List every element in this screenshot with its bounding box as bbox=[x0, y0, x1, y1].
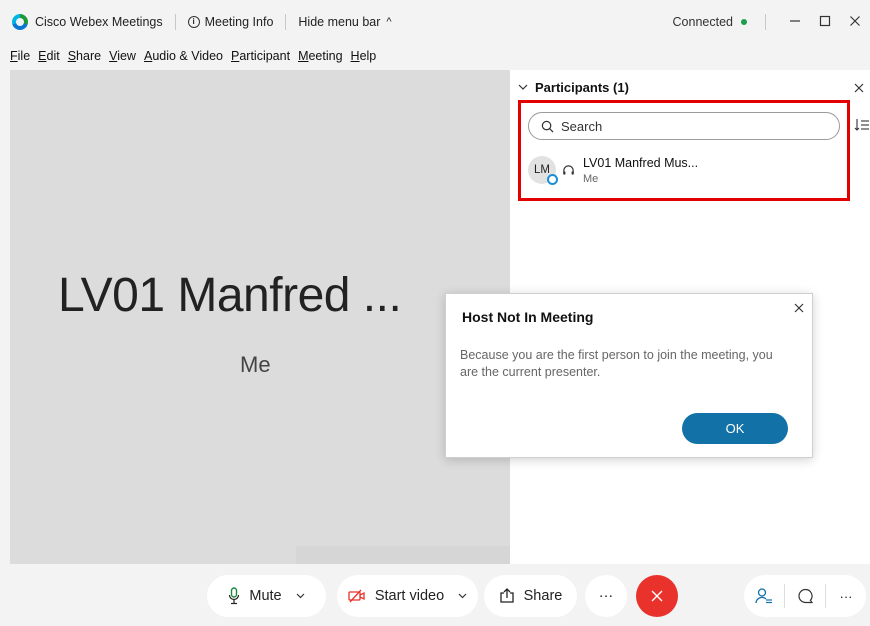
connected-dot-icon bbox=[741, 19, 747, 25]
maximize-button[interactable] bbox=[810, 14, 840, 31]
more-options-button[interactable]: ··· bbox=[585, 575, 627, 617]
end-meeting-button[interactable] bbox=[636, 575, 678, 617]
divider bbox=[285, 14, 287, 30]
participants-icon bbox=[755, 588, 772, 604]
mute-button[interactable]: Mute bbox=[207, 575, 326, 617]
ok-button[interactable]: OK bbox=[682, 413, 788, 444]
share-label: Share bbox=[523, 588, 563, 604]
menu-view[interactable]: View bbox=[109, 49, 136, 63]
side-controls: ··· bbox=[744, 575, 866, 617]
close-panel-button[interactable] bbox=[854, 80, 864, 96]
mute-label: Mute bbox=[249, 588, 282, 604]
headset-icon bbox=[563, 164, 574, 175]
sort-icon bbox=[854, 119, 869, 131]
search-icon bbox=[541, 120, 554, 132]
participant-list-item[interactable]: LM LV01 Manfred Mus... Me bbox=[528, 152, 828, 188]
stage-participant-role: Me bbox=[240, 352, 271, 377]
chat-icon bbox=[797, 588, 813, 603]
start-video-label: Start video bbox=[374, 588, 445, 604]
participant-name: LV01 Manfred Mus... bbox=[583, 155, 699, 170]
connection-status[interactable]: Connected bbox=[673, 15, 747, 29]
menu-participant[interactable]: Participant bbox=[231, 49, 290, 63]
app-title: Cisco Webex Meetings bbox=[35, 15, 163, 29]
video-off-icon bbox=[348, 589, 366, 603]
menu-meeting[interactable]: Meeting bbox=[298, 49, 342, 63]
menu-audio-video[interactable]: Audio & Video bbox=[144, 49, 223, 63]
stage-participant-name: LV01 Manfred ... bbox=[58, 269, 402, 322]
dialog-message: Because you are the first person to join… bbox=[460, 348, 773, 379]
divider bbox=[174, 14, 176, 30]
chevron-down-icon[interactable] bbox=[296, 590, 305, 602]
chat-button[interactable] bbox=[785, 575, 825, 617]
hide-menu-bar-label: Hide menu bar bbox=[298, 15, 381, 29]
participants-button[interactable] bbox=[744, 575, 784, 617]
share-icon bbox=[499, 588, 515, 604]
share-button[interactable]: Share bbox=[484, 575, 577, 617]
dialog-title: Host Not In Meeting bbox=[462, 309, 594, 325]
menu-share[interactable]: Share bbox=[68, 49, 101, 63]
webex-logo-icon bbox=[12, 14, 28, 30]
menu-bar: File Edit Share View Audio & Video Parti… bbox=[0, 44, 870, 68]
participants-panel-header[interactable]: Participants (1) bbox=[518, 80, 629, 95]
meeting-controls: Mute Start video Share ··· ··· bbox=[0, 566, 870, 626]
participant-role: Me bbox=[583, 172, 599, 185]
more-panels-button[interactable]: ··· bbox=[826, 575, 866, 617]
chevron-down-icon[interactable] bbox=[458, 590, 467, 602]
participants-panel-title: Participants (1) bbox=[535, 80, 629, 95]
close-window-button[interactable] bbox=[840, 14, 870, 31]
more-icon: ··· bbox=[839, 588, 853, 604]
meeting-info-button[interactable]: i Meeting Info bbox=[187, 15, 274, 29]
presence-badge-icon bbox=[547, 174, 558, 185]
menu-file[interactable]: File bbox=[10, 49, 30, 63]
hide-menu-bar-button[interactable]: Hide menu bar ^ bbox=[298, 15, 391, 29]
meeting-info-label: Meeting Info bbox=[204, 15, 274, 29]
search-input[interactable] bbox=[561, 118, 821, 134]
sort-button[interactable] bbox=[854, 118, 870, 135]
start-video-button[interactable]: Start video bbox=[337, 575, 478, 617]
more-icon: ··· bbox=[598, 588, 614, 604]
menu-help[interactable]: Help bbox=[351, 49, 377, 63]
avatar: LM bbox=[528, 156, 558, 185]
close-icon bbox=[651, 590, 663, 602]
chevron-down-icon bbox=[518, 82, 528, 94]
title-bar: Cisco Webex Meetings i Meeting Info Hide… bbox=[0, 0, 870, 44]
host-not-in-meeting-dialog: Host Not In Meeting Because you are the … bbox=[445, 293, 813, 458]
chevron-up-icon: ^ bbox=[386, 16, 392, 28]
minimize-button[interactable] bbox=[780, 14, 810, 31]
microphone-icon bbox=[228, 587, 240, 605]
participant-search-box[interactable] bbox=[528, 112, 840, 140]
divider bbox=[765, 14, 766, 30]
stage-overlay bbox=[296, 546, 510, 564]
video-stage: LV01 Manfred ... Me bbox=[10, 70, 510, 564]
info-icon: i bbox=[187, 16, 200, 28]
menu-edit[interactable]: Edit bbox=[38, 49, 60, 63]
close-dialog-button[interactable] bbox=[794, 300, 804, 316]
connection-status-label: Connected bbox=[672, 15, 733, 29]
